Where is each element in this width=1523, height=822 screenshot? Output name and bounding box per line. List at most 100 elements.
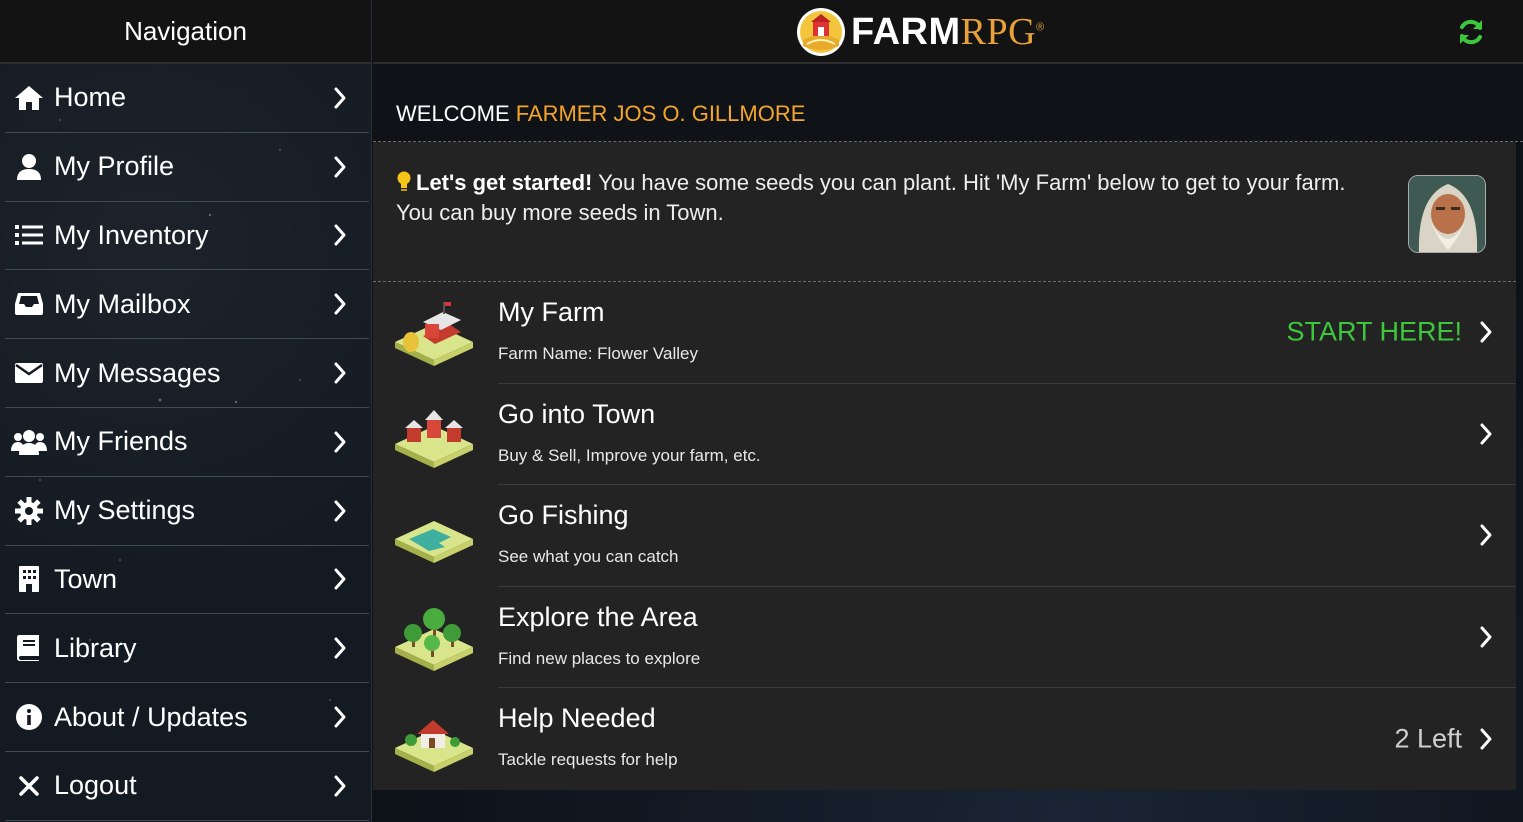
refresh-button[interactable] (1455, 16, 1487, 48)
menu-item-title: Go into Town (498, 398, 656, 429)
menu-item-subtitle: Tackle requests for help (498, 750, 678, 770)
menu-item-subtitle: Find new places to explore (498, 648, 701, 668)
envelope-icon (5, 353, 53, 393)
menu-item-body: My Farm Farm Name: Flower Valley START H… (498, 282, 1516, 384)
chevron-right-icon (334, 775, 346, 797)
sidebar-item-label: My Settings (54, 495, 196, 526)
menu-item-body: Explore the Area Find new places to expl… (498, 587, 1516, 689)
info-icon (5, 697, 53, 737)
menu-item-body: Help Needed Tackle requests for help 2 L… (498, 688, 1516, 790)
sidebar-item-label: My Inventory (54, 219, 209, 250)
sidebar-item-label: My Messages (54, 357, 221, 388)
sidebar: Navigation Home My Profile My Inventory … (0, 0, 372, 822)
app-root: Navigation Home My Profile My Inventory … (0, 0, 1523, 822)
logo-text: FARMRPG® (851, 10, 1045, 54)
notice-heading: Let's get started! (416, 170, 593, 195)
sidebar-item-settings[interactable]: My Settings (5, 477, 369, 546)
notice-text: Let's get started! You have some seeds y… (396, 168, 1376, 228)
sidebar-item-label: My Profile (54, 151, 175, 182)
list-icon (5, 215, 53, 255)
forest-illustration (395, 607, 473, 671)
requests-left-count: 2 Left (1394, 723, 1462, 754)
book-icon (5, 628, 53, 668)
welcome-banner: WELCOME FARMER JOS O. GILLMORE (373, 66, 1523, 142)
start-here-label: START HERE! (1286, 316, 1462, 347)
chevron-right-icon (1480, 728, 1492, 750)
chevron-right-icon (334, 362, 346, 384)
menu-item-town[interactable]: Go into Town Buy & Sell, Improve your fa… (373, 384, 1516, 486)
gear-icon (5, 491, 53, 531)
menu-item-subtitle: See what you can catch (498, 547, 679, 567)
sidebar-item-logout[interactable]: Logout (5, 752, 369, 821)
farmer-name: FARMER JOS O. GILLMORE (515, 100, 806, 126)
barn-logo-icon (797, 8, 845, 56)
sidebar-item-label: Home (54, 82, 127, 113)
sidebar-item-about[interactable]: About / Updates (5, 683, 369, 752)
chevron-right-icon (1480, 524, 1492, 546)
sidebar-title: Navigation (124, 15, 247, 46)
chevron-right-icon (1480, 423, 1492, 445)
lightbulb-icon (397, 171, 411, 191)
menu-item-body: Go into Town Buy & Sell, Improve your fa… (498, 384, 1516, 486)
home-icon (5, 78, 53, 118)
welcome-prefix: WELCOME (396, 100, 510, 126)
content-panel: Let's get started! You have some seeds y… (373, 142, 1516, 790)
user-icon (5, 147, 53, 187)
sidebar-item-inventory[interactable]: My Inventory (5, 202, 369, 271)
sidebar-item-town[interactable]: Town (5, 546, 369, 615)
menu-item-subtitle: Farm Name: Flower Valley (498, 344, 698, 363)
menu-item-title: Explore the Area (498, 601, 698, 632)
close-icon (5, 766, 53, 806)
fishing-pond-illustration (395, 521, 473, 564)
chevron-right-icon (334, 500, 346, 522)
users-icon (5, 422, 53, 462)
npc-avatar (1408, 175, 1486, 253)
help-house-illustration (395, 720, 473, 773)
building-icon (5, 559, 53, 599)
chevron-right-icon (334, 431, 346, 453)
menu-item-subtitle: Buy & Sell, Improve your farm, etc. (498, 445, 761, 465)
inbox-icon (5, 284, 53, 324)
logo-registered-mark: ® (1036, 21, 1045, 34)
sidebar-item-label: Town (54, 563, 118, 594)
chevron-right-icon (334, 637, 346, 659)
logo-farm-text: FARM (851, 11, 961, 53)
chevron-right-icon (334, 706, 346, 728)
chevron-right-icon (334, 293, 346, 315)
sidebar-item-friends[interactable]: My Friends (5, 408, 369, 477)
sidebar-header: Navigation (0, 0, 371, 64)
top-bar: FARMRPG® (373, 0, 1523, 64)
nav-list: Home My Profile My Inventory My Mailbox … (0, 64, 371, 821)
farm-illustration (395, 302, 473, 366)
sidebar-item-mailbox[interactable]: My Mailbox (5, 270, 369, 340)
sidebar-item-label: My Mailbox (54, 288, 191, 319)
menu-item-title: Go Fishing (498, 500, 629, 531)
menu-item-explore[interactable]: Explore the Area Find new places to expl… (373, 587, 1516, 689)
chevron-right-icon (334, 224, 346, 246)
chevron-right-icon (1480, 321, 1492, 343)
getting-started-notice: Let's get started! You have some seeds y… (373, 142, 1516, 282)
sidebar-item-label: About / Updates (54, 701, 248, 732)
farmrpg-logo[interactable]: FARMRPG® (797, 6, 1045, 58)
refresh-icon (1460, 19, 1482, 45)
town-illustration (395, 409, 473, 468)
sidebar-item-library[interactable]: Library (5, 614, 369, 684)
sidebar-item-home[interactable]: Home (5, 64, 369, 133)
sidebar-item-label: Library (54, 632, 137, 663)
menu-item-my-farm[interactable]: My Farm Farm Name: Flower Valley START H… (373, 282, 1516, 384)
menu-item-title: My Farm (498, 297, 605, 327)
sidebar-item-messages[interactable]: My Messages (5, 339, 369, 408)
chevron-right-icon (334, 568, 346, 590)
menu-item-title: Help Needed (498, 703, 656, 734)
main-menu-list: My Farm Farm Name: Flower Valley START H… (373, 282, 1516, 790)
chevron-right-icon (334, 87, 346, 109)
menu-item-fishing[interactable]: Go Fishing See what you can catch (373, 485, 1516, 587)
sidebar-item-label: Logout (54, 770, 137, 801)
menu-item-body: Go Fishing See what you can catch (498, 485, 1516, 587)
chevron-right-icon (334, 156, 346, 178)
main-content: WELCOME FARMER JOS O. GILLMORE Let's get… (373, 66, 1523, 822)
menu-item-help-needed[interactable]: Help Needed Tackle requests for help 2 L… (373, 688, 1516, 790)
logo-rpg-text: RPG (960, 11, 1037, 53)
sidebar-item-profile[interactable]: My Profile (5, 133, 369, 202)
sidebar-item-label: My Friends (54, 426, 188, 457)
